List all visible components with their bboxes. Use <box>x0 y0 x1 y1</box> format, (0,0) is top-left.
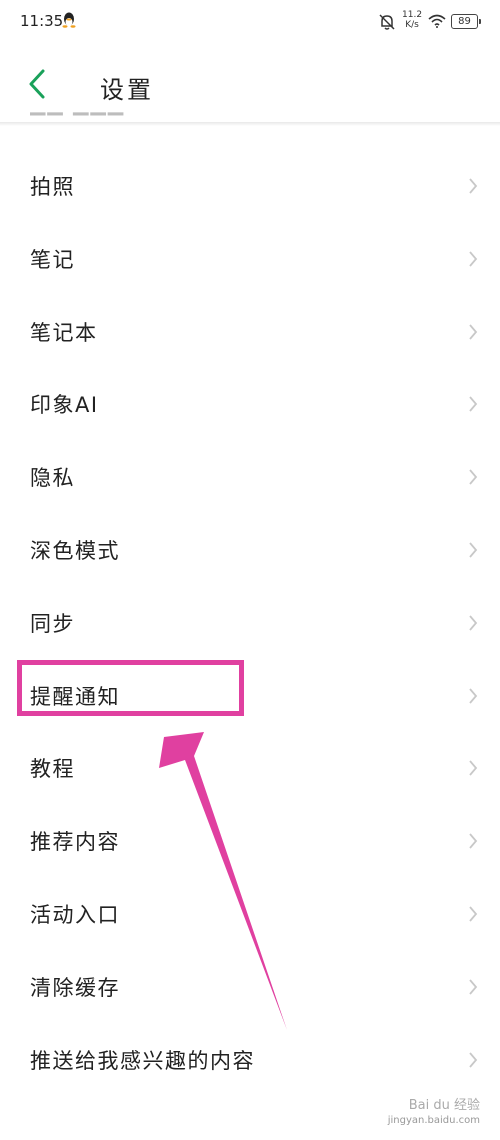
settings-item-label: 拍照 <box>30 175 75 199</box>
settings-list: 拍照 笔记 笔记本 印象AI 隐私 深色模式 同步 提醒通知 教程 推荐内容 活… <box>0 150 500 1096</box>
network-speed-unit: K/s <box>405 20 419 30</box>
highlight-box <box>17 660 244 716</box>
wifi-icon <box>428 14 446 28</box>
settings-item-label: 清除缓存 <box>30 975 120 1000</box>
settings-item-label: 同步 <box>30 611 75 636</box>
chevron-right-icon <box>469 178 478 194</box>
chevron-right-icon <box>469 1051 478 1068</box>
qq-penguin-icon <box>62 12 76 28</box>
settings-item-label: 教程 <box>30 757 75 782</box>
chevron-right-icon <box>469 396 478 412</box>
bell-muted-icon <box>379 14 395 30</box>
settings-item-privacy[interactable]: 隐私 <box>0 441 500 514</box>
settings-item-label: 推荐内容 <box>30 830 120 855</box>
chevron-right-icon <box>469 324 478 340</box>
chevron-right-icon <box>469 615 478 631</box>
settings-item-label: 深色模式 <box>30 538 120 563</box>
settings-item-camera[interactable]: 拍照 <box>0 150 500 223</box>
chevron-right-icon <box>469 760 478 776</box>
chevron-right-icon <box>469 687 478 704</box>
chevron-right-icon <box>469 469 478 485</box>
battery-indicator: 89 <box>451 14 481 29</box>
settings-item-tutorial[interactable]: 教程 <box>0 732 500 805</box>
chevron-right-icon <box>469 542 478 558</box>
settings-item-ai[interactable]: 印象AI <box>0 368 500 441</box>
chevron-right-icon <box>469 979 478 995</box>
settings-item-label: 隐私 <box>30 466 75 491</box>
chevron-right-icon <box>469 833 478 849</box>
header-divider <box>0 122 500 126</box>
network-speed: 11.2 K/s <box>402 10 422 30</box>
settings-item-label: 笔记本 <box>30 320 98 345</box>
status-time: 11:35 <box>20 12 64 30</box>
app-header: 设置 <box>0 46 500 122</box>
settings-item-push-interests[interactable]: 推送给我感兴趣的内容 <box>0 1024 500 1097</box>
settings-item-clear-cache[interactable]: 清除缓存 <box>0 951 500 1024</box>
settings-item-notes[interactable]: 笔记 <box>0 223 500 296</box>
back-arrow-icon[interactable] <box>26 68 48 100</box>
watermark-brand: Bai du 经验 <box>408 1098 480 1113</box>
chevron-right-icon <box>469 251 478 267</box>
settings-item-label: 推送给我感兴趣的内容 <box>30 1048 255 1073</box>
settings-item-label: 笔记 <box>30 247 75 272</box>
settings-item-label: 印象AI <box>30 393 99 418</box>
page-title: 设置 <box>100 76 154 104</box>
network-speed-value: 11.2 <box>402 10 423 20</box>
watermark: Bai du 经验 jingyan.baidu.com <box>388 1098 480 1128</box>
settings-item-dark-mode[interactable]: 深色模式 <box>0 514 500 587</box>
settings-item-label: 活动入口 <box>30 902 120 927</box>
settings-item-sync[interactable]: 同步 <box>0 587 500 660</box>
watermark-domain: jingyan.baidu.com <box>387 1115 480 1126</box>
chevron-right-icon <box>469 906 478 922</box>
settings-item-recommended[interactable]: 推荐内容 <box>0 805 500 878</box>
settings-item-events[interactable]: 活动入口 <box>0 878 500 951</box>
status-bar: 11:35 11.2 K/s 89 <box>0 0 500 46</box>
settings-item-notebooks[interactable]: 笔记本 <box>0 296 500 369</box>
